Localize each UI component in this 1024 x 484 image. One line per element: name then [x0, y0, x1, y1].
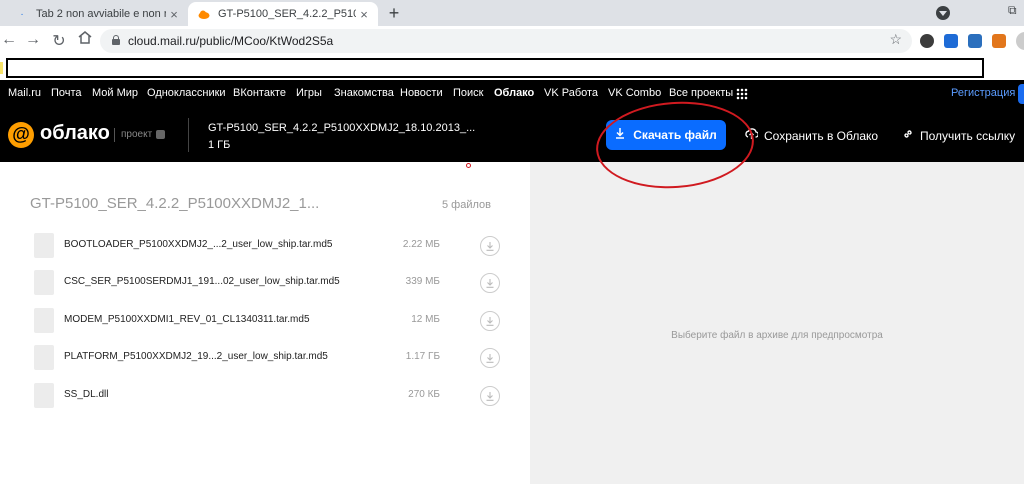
file-name: CSC_SER_P5100SERDMJ1_191...02_user_low_s… — [64, 276, 340, 287]
download-icon[interactable] — [480, 273, 500, 293]
portal-link-search[interactable]: Поиск — [453, 87, 483, 99]
file-size: 2.22 МБ — [402, 239, 440, 250]
cloud-logo-icon[interactable]: @ — [8, 122, 34, 148]
file-icon — [34, 345, 54, 370]
get-link-button[interactable]: Получить ссылку — [902, 128, 1015, 143]
file-icon — [34, 308, 54, 333]
browser-toolbar: ← → ↻ cloud.mail.ru/public/MCoo/KtWod2S5… — [0, 26, 1024, 56]
forward-icon[interactable]: → — [24, 31, 42, 49]
reload-icon[interactable]: ↻ — [50, 31, 68, 51]
file-name: BOOTLOADER_P5100XXDMJ2_...2_user_low_shi… — [64, 239, 333, 250]
url-text[interactable]: cloud.mail.ru/public/MCoo/KtWod2S5a — [128, 34, 333, 48]
address-bar[interactable]: cloud.mail.ru/public/MCoo/KtWod2S5a ☆ — [100, 29, 912, 53]
preview-hint: Выберите файл в архиве для предпросмотра — [671, 330, 883, 341]
portal-link-games[interactable]: Игры — [296, 87, 322, 99]
list-item[interactable]: SS_DL.dll 270 КБ — [0, 380, 530, 412]
info-strip — [0, 56, 1024, 80]
browser-tab-strip: · Tab 2 non avviabile e non ripristi × G… — [0, 0, 1024, 26]
file-size: 12 МБ — [411, 314, 440, 325]
archive-file-list: GT-P5100_SER_4.2.2_P5100XXDMJ2_1... 5 фа… — [0, 162, 530, 484]
list-item[interactable]: BOOTLOADER_P5100XXDMJ2_...2_user_low_shi… — [0, 230, 530, 262]
apps-grid-icon[interactable] — [736, 88, 748, 100]
portal-nav: Mail.ru Почта Мой Мир Одноклассники ВКон… — [0, 80, 1024, 108]
download-icon[interactable] — [480, 311, 500, 331]
download-icon[interactable] — [480, 386, 500, 406]
logo-divider — [114, 128, 115, 142]
project-label: проект — [121, 129, 153, 140]
header-divider — [188, 118, 189, 152]
file-icon — [34, 233, 54, 258]
tab-search-icon[interactable] — [936, 6, 950, 20]
tab-title: Tab 2 non avviabile e non ripristi — [36, 8, 166, 20]
link-label: Получить ссылку — [920, 128, 1016, 143]
restore-window-icon[interactable]: ⧉ — [1008, 3, 1017, 18]
download-icon[interactable] — [480, 348, 500, 368]
portal-link-ok[interactable]: Одноклассники — [147, 87, 226, 99]
file-size: 339 МБ — [405, 276, 440, 287]
portal-link-vk[interactable]: ВКонтакте — [233, 87, 286, 99]
tab-title: GT-P5100_SER_4.2.2_P5100XXDM — [218, 8, 356, 20]
save-to-cloud-button[interactable]: Сохранить в Облако — [745, 128, 878, 143]
list-item[interactable]: PLATFORM_P5100XXDMJ2_19...2_user_low_shi… — [0, 342, 530, 374]
extension-icon[interactable] — [920, 34, 934, 48]
archive-title: GT-P5100_SER_4.2.2_P5100XXDMJ2_1... — [30, 195, 320, 212]
file-size: 1 ГБ — [208, 139, 231, 151]
metamask-fox-icon[interactable] — [992, 34, 1006, 48]
portal-link-myworld[interactable]: Мой Мир — [92, 87, 138, 99]
download-label: Скачать файл — [633, 128, 717, 142]
close-tab-icon[interactable]: × — [356, 7, 372, 22]
page-favicon-icon: · — [20, 8, 24, 20]
list-item[interactable]: CSC_SER_P5100SERDMJ1_191...02_user_low_s… — [0, 267, 530, 299]
browser-tab[interactable]: · Tab 2 non avviabile e non ripristi × — [6, 2, 188, 26]
list-item[interactable]: MODEM_P5100XXDMI1_REV_01_CL1340311.tar.m… — [0, 305, 530, 337]
portal-link-vk-work[interactable]: VK Работа — [544, 87, 598, 99]
preview-panel: Выберите файл в архиве для предпросмотра — [530, 162, 1024, 484]
file-name: PLATFORM_P5100XXDMJ2_19...2_user_low_shi… — [64, 351, 328, 362]
home-icon[interactable] — [76, 31, 94, 49]
lock-icon — [112, 35, 120, 45]
cloud-header: @ облако проект GT-P5100_SER_4.2.2_P5100… — [0, 108, 1024, 162]
profile-avatar[interactable] — [1016, 32, 1024, 50]
portal-link-mail[interactable]: Почта — [51, 87, 82, 99]
portal-link-all-projects[interactable]: Все проекты — [669, 87, 733, 99]
portal-link-vk-combo[interactable]: VK Combo — [608, 87, 661, 99]
save-cloud-icon — [745, 128, 759, 143]
file-icon — [34, 383, 54, 408]
login-button[interactable] — [1018, 84, 1024, 104]
yellow-marker — [0, 62, 3, 74]
portal-link-mailru[interactable]: Mail.ru — [8, 87, 41, 99]
close-tab-icon[interactable]: × — [166, 7, 182, 22]
save-label: Сохранить в Облако — [764, 128, 879, 143]
link-icon — [902, 128, 914, 143]
new-tab-button[interactable]: + — [384, 3, 404, 24]
file-icon — [34, 270, 54, 295]
vk-badge-icon — [156, 130, 165, 139]
download-icon — [615, 128, 625, 142]
portal-link-cloud[interactable]: Облако — [494, 87, 534, 99]
portal-link-news[interactable]: Новости — [400, 87, 443, 99]
download-file-button[interactable]: Скачать файл — [606, 120, 726, 150]
back-icon[interactable]: ← — [0, 31, 18, 49]
annotation-dot — [466, 163, 471, 168]
register-link[interactable]: Регистрация — [951, 87, 1015, 99]
extension-screen-icon[interactable] — [968, 34, 982, 48]
cloud-favicon-icon — [198, 8, 210, 20]
cloud-logo-text[interactable]: облако — [40, 122, 110, 145]
download-icon[interactable] — [480, 236, 500, 256]
file-count: 5 файлов — [442, 199, 491, 211]
redacted-box — [6, 58, 984, 78]
file-name: SS_DL.dll — [64, 389, 109, 400]
file-title: GT-P5100_SER_4.2.2_P5100XXDMJ2_18.10.201… — [208, 122, 476, 134]
bookmark-star-icon[interactable]: ☆ — [889, 31, 902, 48]
portal-link-dating[interactable]: Знакомства — [334, 87, 394, 99]
file-size: 270 КБ — [408, 389, 440, 400]
file-size: 1.17 ГБ — [405, 351, 440, 362]
browser-tab-active[interactable]: GT-P5100_SER_4.2.2_P5100XXDM × — [188, 2, 378, 26]
file-name: MODEM_P5100XXDMI1_REV_01_CL1340311.tar.m… — [64, 314, 310, 325]
extension-s-icon[interactable] — [944, 34, 958, 48]
